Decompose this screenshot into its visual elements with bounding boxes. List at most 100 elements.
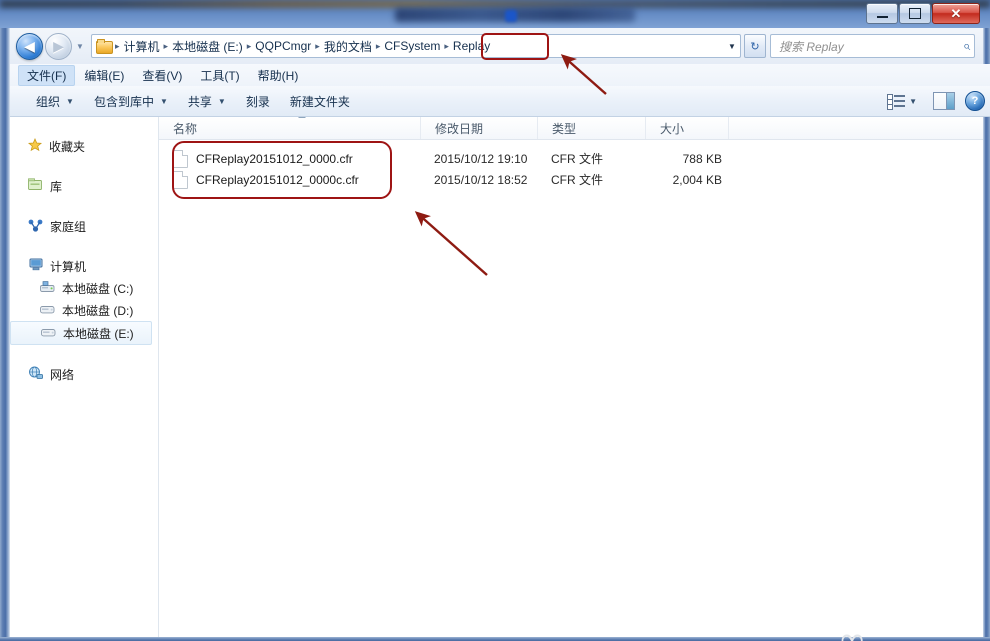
- change-view-icon[interactable]: [887, 94, 905, 108]
- sidebar-item-label: 库: [50, 178, 62, 195]
- view-chevron-down-icon[interactable]: ▼: [909, 97, 917, 106]
- window-frame-right: [983, 28, 990, 641]
- breadcrumb-address-bar[interactable]: ▸ 计算机 ▸ 本地磁盘 (E:) ▸ QQPCmgr ▸ 我的文档 ▸ CFS…: [91, 34, 741, 58]
- sidebar-item-label: 网络: [50, 366, 74, 383]
- preview-pane-button[interactable]: [933, 92, 955, 110]
- sidebar-item-favorites[interactable]: 收藏夹: [10, 135, 158, 157]
- help-icon: ?: [972, 95, 979, 107]
- burn-label: 刻录: [246, 93, 270, 110]
- breadcrumb-item-documents[interactable]: 我的文档: [321, 36, 375, 57]
- chevron-down-icon: ▼: [218, 97, 226, 106]
- window-controls: ✕: [866, 3, 980, 24]
- refresh-button[interactable]: ↻: [744, 34, 766, 58]
- menu-item-tools[interactable]: 工具(T): [191, 65, 248, 86]
- organize-button[interactable]: 组织 ▼: [26, 90, 84, 113]
- forward-icon: ▶: [53, 39, 64, 53]
- file-list-pane: 名称 修改日期 类型 大小 CFReplay20151012_0000.cfr …: [159, 117, 983, 637]
- back-icon: ◀: [24, 39, 35, 53]
- sidebar-item-drive-c[interactable]: 本地磁盘 (C:): [10, 277, 158, 299]
- table-row[interactable]: CFReplay20151012_0000c.cfr 2015/10/12 18…: [159, 169, 983, 190]
- menu-item-edit[interactable]: 编辑(E): [75, 65, 133, 86]
- breadcrumb-item-computer[interactable]: 计算机: [121, 36, 163, 57]
- title-bar: ✕: [0, 0, 990, 28]
- file-type-cell: CFR 文件: [538, 150, 646, 167]
- sidebar-item-label: 本地磁盘 (C:): [62, 280, 133, 297]
- share-button[interactable]: 共享 ▼: [178, 90, 236, 113]
- computer-icon: [28, 258, 43, 274]
- address-bar-row: ◀ ▶ ▼ ▸ 计算机 ▸ 本地磁盘 (E:) ▸ QQPCmgr ▸ 我的文档…: [10, 28, 983, 64]
- column-header-size[interactable]: 大小: [646, 117, 729, 139]
- chevron-down-icon: ▼: [76, 42, 84, 51]
- column-header-row: 名称 修改日期 类型 大小: [159, 117, 983, 140]
- search-box[interactable]: 搜索 Replay ⌕: [770, 34, 975, 58]
- include-in-library-label: 包含到库中: [94, 93, 154, 110]
- minimize-button[interactable]: [866, 3, 898, 24]
- help-button[interactable]: ?: [965, 91, 985, 111]
- file-date-cell: 2015/10/12 18:52: [421, 173, 538, 187]
- title-bar-blurred-background: [0, 0, 990, 8]
- table-row[interactable]: CFReplay20151012_0000.cfr 2015/10/12 19:…: [159, 148, 983, 169]
- file-icon: [173, 150, 188, 168]
- close-icon: ✕: [951, 7, 962, 20]
- column-header-date-modified[interactable]: 修改日期: [421, 117, 538, 139]
- drive-icon: [40, 303, 55, 318]
- menu-item-file[interactable]: 文件(F): [18, 65, 75, 86]
- window-frame-left: [0, 28, 10, 641]
- column-header-type[interactable]: 类型: [538, 117, 646, 139]
- file-name-label: CFReplay20151012_0000.cfr: [196, 152, 353, 166]
- file-name-cell[interactable]: CFReplay20151012_0000.cfr: [159, 150, 421, 168]
- breadcrumb-item-qqpcmgr[interactable]: QQPCmgr: [252, 37, 314, 55]
- breadcrumb-item-cfsystem[interactable]: CFSystem: [381, 37, 443, 55]
- title-bar-app-icon: [505, 10, 517, 22]
- homegroup-icon: [28, 218, 43, 235]
- chevron-down-icon: ▼: [66, 97, 74, 106]
- burn-button[interactable]: 刻录: [236, 90, 280, 113]
- sidebar-item-drive-e[interactable]: 本地磁盘 (E:): [10, 321, 152, 345]
- share-label: 共享: [188, 93, 212, 110]
- file-icon: [173, 171, 188, 189]
- sidebar-item-label: 本地磁盘 (D:): [62, 302, 133, 319]
- sidebar-item-label: 计算机: [50, 258, 86, 275]
- file-name-label: CFReplay20151012_0000c.cfr: [196, 173, 359, 187]
- file-size-cell: 2,004 KB: [646, 173, 729, 187]
- breadcrumb-item-drive-e[interactable]: 本地磁盘 (E:): [169, 36, 246, 57]
- file-name-cell[interactable]: CFReplay20151012_0000c.cfr: [159, 171, 421, 189]
- star-icon: [28, 138, 42, 155]
- search-icon: ⌕: [963, 38, 970, 54]
- command-bar-right-group: ▼ ?: [887, 91, 990, 111]
- chevron-down-icon: ▼: [160, 97, 168, 106]
- sort-ascending-icon: [298, 117, 306, 118]
- sidebar-item-label: 家庭组: [50, 218, 86, 235]
- menu-item-view[interactable]: 查看(V): [133, 65, 191, 86]
- file-size-cell: 788 KB: [646, 152, 729, 166]
- file-date-cell: 2015/10/12 19:10: [421, 152, 538, 166]
- chevron-down-icon: ▼: [728, 42, 736, 51]
- breadcrumb-item-replay[interactable]: Replay: [450, 37, 493, 55]
- sidebar-item-homegroup[interactable]: 家庭组: [10, 215, 158, 237]
- organize-label: 组织: [36, 93, 60, 110]
- sidebar-item-label: 收藏夹: [49, 138, 85, 155]
- include-in-library-button[interactable]: 包含到库中 ▼: [84, 90, 178, 113]
- history-dropdown-button[interactable]: ▼: [73, 35, 87, 57]
- sidebar-item-drive-d[interactable]: 本地磁盘 (D:): [10, 299, 158, 321]
- new-folder-button[interactable]: 新建文件夹: [280, 90, 360, 113]
- back-button[interactable]: ◀: [16, 33, 43, 60]
- close-button[interactable]: ✕: [932, 3, 980, 24]
- system-drive-icon: [40, 281, 55, 296]
- address-dropdown-button[interactable]: ▼: [724, 36, 740, 56]
- sidebar-item-libraries[interactable]: 库: [10, 175, 158, 197]
- sidebar-item-computer[interactable]: 计算机: [10, 255, 158, 277]
- network-icon: [28, 366, 43, 383]
- sidebar-item-label: 本地磁盘 (E:): [63, 325, 134, 342]
- column-header-name[interactable]: 名称: [159, 117, 421, 139]
- sidebar-item-network[interactable]: 网络: [10, 363, 158, 385]
- menu-item-help[interactable]: 帮助(H): [249, 65, 308, 86]
- search-input[interactable]: 搜索 Replay: [775, 38, 963, 55]
- watermark: ∞: [838, 620, 862, 641]
- drive-icon: [41, 326, 56, 341]
- forward-button[interactable]: ▶: [45, 33, 72, 60]
- folder-icon: [96, 39, 112, 53]
- refresh-icon: ↻: [750, 40, 759, 53]
- maximize-button[interactable]: [899, 3, 931, 24]
- menu-bar: 文件(F) 编辑(E) 查看(V) 工具(T) 帮助(H): [10, 64, 990, 86]
